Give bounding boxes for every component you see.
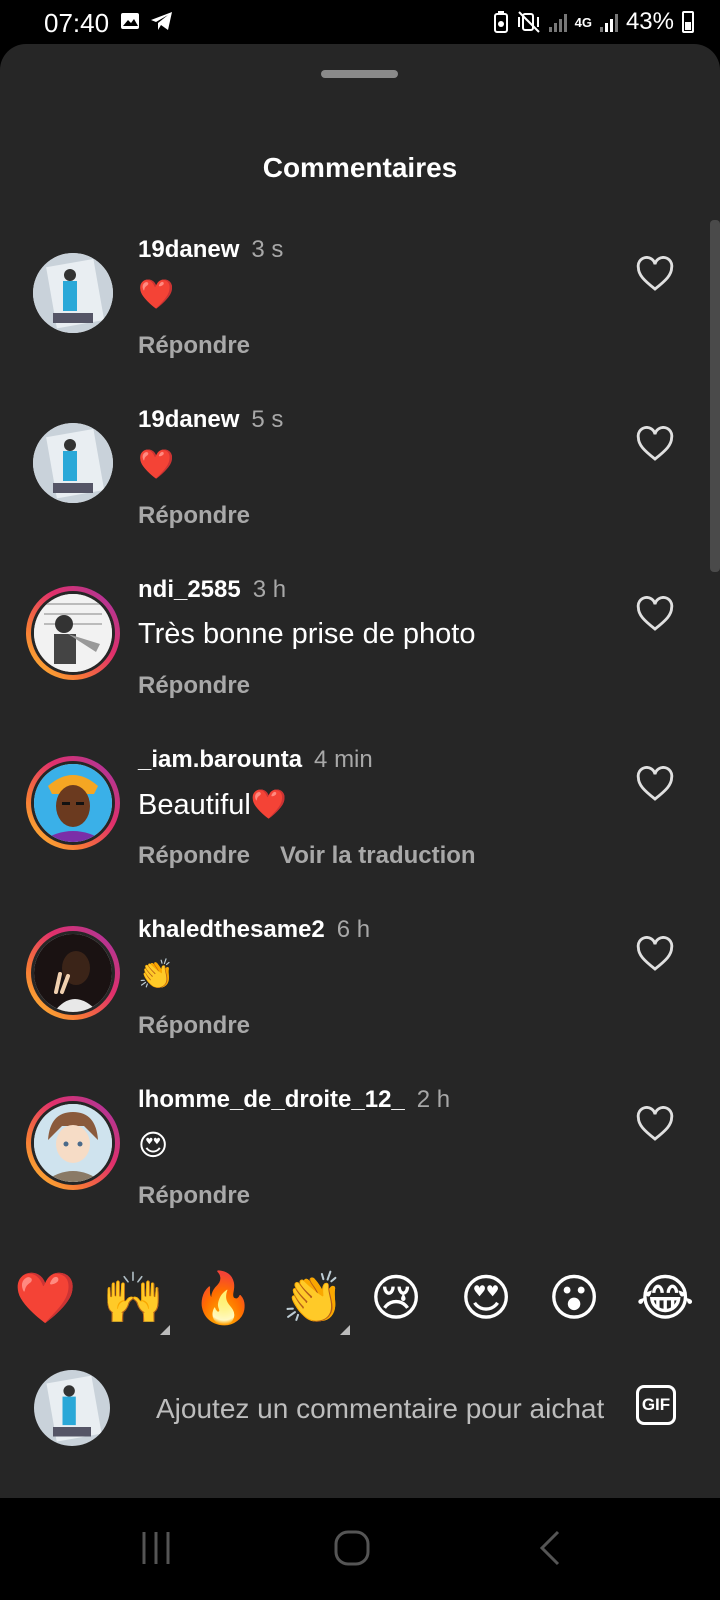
heart-icon[interactable] <box>636 936 674 972</box>
comment-text: 👏 <box>138 959 175 991</box>
my-avatar <box>34 1370 110 1446</box>
reply-button[interactable]: Répondre <box>138 1012 250 1039</box>
commenter-avatar[interactable] <box>26 586 120 680</box>
heart-icon[interactable] <box>636 596 674 632</box>
system-nav-bar <box>0 1498 720 1600</box>
heart-icon[interactable] <box>636 256 674 292</box>
battery-saver-icon <box>493 11 508 33</box>
comment-item: 19danew 5 s ❤️ Répondre <box>0 406 720 576</box>
photo-avatar <box>33 253 113 333</box>
image-icon <box>121 13 139 29</box>
emoji-laughing-button[interactable]: 😂 <box>636 1268 694 1328</box>
commenter-avatar[interactable] <box>26 416 120 510</box>
mute-vibrate-icon <box>517 11 540 33</box>
comment-header: lhomme_de_droite_12_ 2 h <box>138 1086 450 1114</box>
comment-header: 19danew 3 s <box>138 236 283 264</box>
comment-username[interactable]: _iam.barounta <box>138 746 302 773</box>
signal-icon-2 <box>599 12 618 32</box>
peace-sign-avatar <box>31 931 115 1015</box>
heart-icon[interactable] <box>636 426 674 462</box>
photo-avatar <box>33 423 113 503</box>
trumpet-player-avatar <box>31 591 115 675</box>
comment-item: lhomme_de_droite_12_ 2 h 😍 Répondre <box>0 1086 720 1256</box>
emoji-crying-button[interactable]: 😢 <box>370 1268 422 1328</box>
comment-time: 3 s <box>251 236 284 263</box>
skin-tone-indicator <box>160 1325 170 1335</box>
reply-button[interactable]: Répondre <box>138 332 250 359</box>
portrait-art-avatar <box>31 761 115 845</box>
reply-button[interactable]: Répondre <box>138 842 250 869</box>
comment-item: _iam.barounta 4 min Beautiful❤️ Répondre V… <box>0 746 720 916</box>
recent-apps-icon[interactable] <box>138 1530 174 1566</box>
comment-composer: GIF <box>0 1360 720 1464</box>
reply-button[interactable]: Répondre <box>138 1182 250 1209</box>
emoji-raising-hands-button[interactable]: 🙌 <box>102 1268 164 1328</box>
comment-username[interactable]: 19danew <box>138 236 239 263</box>
comment-text: Beautiful❤️ <box>138 789 287 821</box>
battery-icon <box>682 11 694 33</box>
comment-item: ndi_2585 3 h Très bonne prise de photo Ré… <box>0 576 720 746</box>
comment-header: _iam.barounta 4 min <box>138 746 373 774</box>
anime-avatar <box>31 1101 115 1185</box>
comment-input[interactable] <box>154 1386 606 1432</box>
emoji-fire-button[interactable]: 🔥 <box>192 1268 254 1328</box>
battery-percent: 43% <box>625 8 674 35</box>
comment-time: 6 h <box>336 916 371 943</box>
signal-icon <box>548 12 567 32</box>
4g-icon: 4G <box>574 14 592 30</box>
comment-header: 19danew 5 s <box>138 406 283 434</box>
comment-item: 19danew 3 s ❤️ Répondre <box>0 236 720 406</box>
commenter-avatar[interactable] <box>26 756 120 850</box>
commenter-avatar[interactable] <box>26 1096 120 1190</box>
reply-button[interactable]: Répondre <box>138 502 250 529</box>
comment-username[interactable]: 19danew <box>138 406 239 433</box>
heart-icon[interactable] <box>636 766 674 802</box>
comment-text: 😍 <box>138 1130 169 1162</box>
commenter-avatar[interactable] <box>26 246 120 340</box>
emoji-heart-button[interactable]: ❤️ <box>14 1268 76 1328</box>
comment-time: 4 min <box>314 746 373 773</box>
comment-username[interactable]: khaledthesame2 <box>138 916 325 943</box>
back-icon[interactable] <box>538 1530 562 1566</box>
comment-time: 2 h <box>416 1086 451 1113</box>
emoji-clap-button[interactable]: 👏 <box>282 1268 344 1328</box>
drag-handle[interactable] <box>321 70 398 78</box>
see-translation-button[interactable]: Voir la traduction <box>280 842 476 869</box>
comment-header: khaledthesame2 6 h <box>138 916 370 944</box>
telegram-icon <box>151 12 172 30</box>
heart-icon[interactable] <box>636 1106 674 1142</box>
comment-item: khaledthesame2 6 h 👏 Répondre <box>0 916 720 1086</box>
quick-emoji-bar: ❤️ 🙌 🔥 👏 😢 😍 😮 😂 <box>0 1260 720 1336</box>
comment-text: Très bonne prise de photo <box>138 618 476 650</box>
comment-header: ndi_2585 3 h <box>138 576 286 604</box>
comment-username[interactable]: ndi_2585 <box>138 576 241 603</box>
sheet-title: Commentaires <box>262 152 458 183</box>
reply-button[interactable]: Répondre <box>138 672 250 699</box>
comment-time: 5 s <box>251 406 284 433</box>
comment-time: 3 h <box>252 576 287 603</box>
commenter-avatar[interactable] <box>26 926 120 1020</box>
emoji-heart-eyes-button[interactable]: 😍 <box>460 1268 512 1328</box>
skin-tone-indicator <box>340 1325 350 1335</box>
comment-text: ❤️ <box>138 449 175 481</box>
comment-username[interactable]: lhomme_de_droite_12_ <box>138 1086 405 1113</box>
status-time: 07:40 <box>44 8 110 38</box>
status-bar: 07:40 4G 43% <box>0 0 720 46</box>
home-icon[interactable] <box>334 1530 370 1566</box>
emoji-surprised-button[interactable]: 😮 <box>548 1268 600 1328</box>
gif-button[interactable]: GIF <box>636 1385 676 1425</box>
comment-text: ❤️ <box>138 279 175 311</box>
